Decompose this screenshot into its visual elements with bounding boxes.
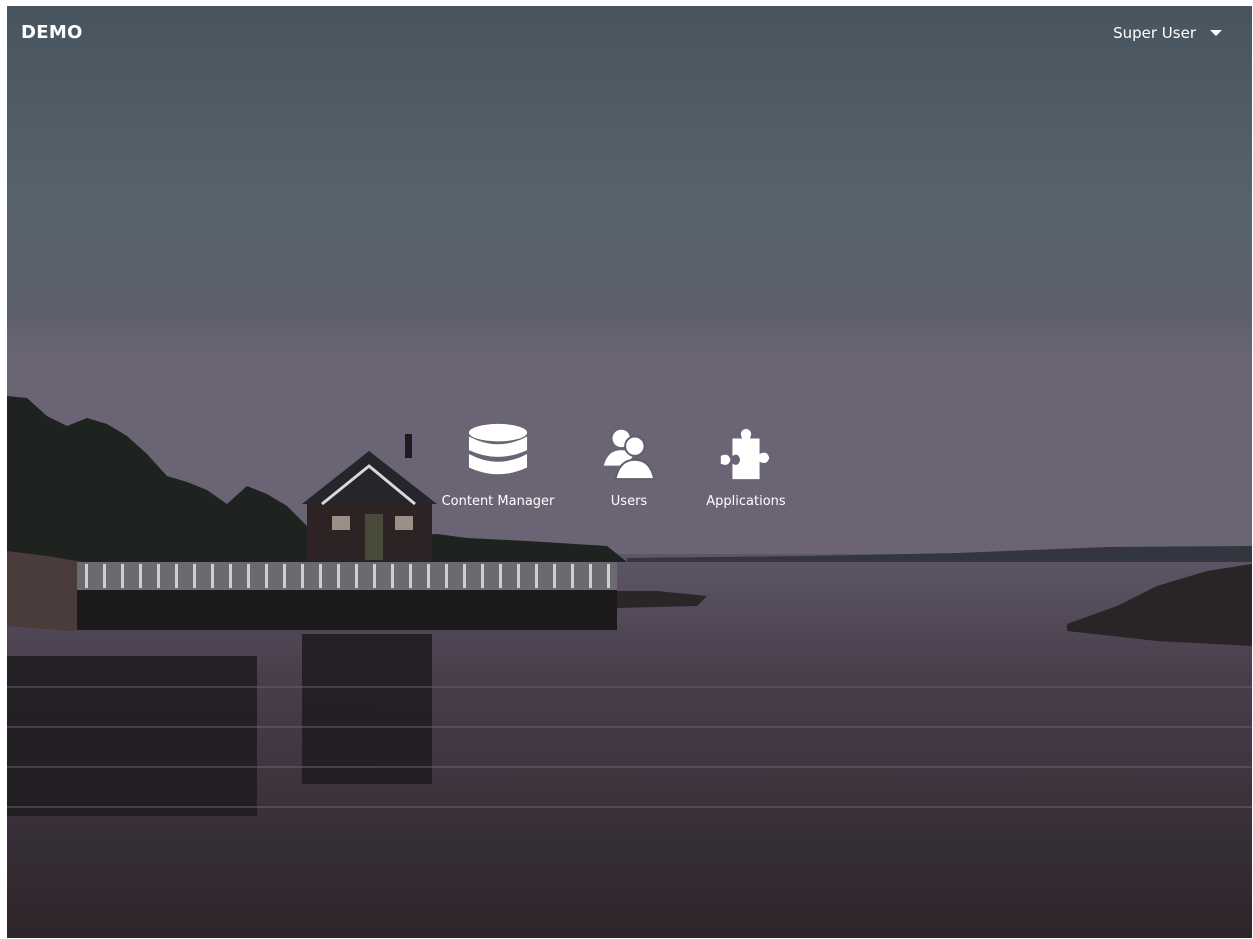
users-icon: [597, 420, 661, 484]
desktop-screen: DEMO Super User Content Manager Users Ap…: [7, 6, 1252, 938]
app-tile-users[interactable]: Users: [580, 420, 678, 509]
app-tile-content-manager[interactable]: Content Manager: [436, 420, 560, 509]
app-label: Users: [610, 494, 648, 509]
user-menu[interactable]: Super User: [1113, 24, 1222, 42]
brand-logo[interactable]: DEMO: [21, 22, 83, 43]
app-label: Applications: [706, 494, 786, 509]
top-bar: DEMO Super User: [7, 6, 1252, 60]
caret-down-icon: [1210, 30, 1222, 36]
puzzle-icon: [714, 420, 778, 484]
app-launcher: Content Manager Users Applications: [436, 420, 794, 509]
app-label: Content Manager: [441, 494, 555, 509]
user-name: Super User: [1113, 24, 1196, 42]
database-icon: [466, 420, 530, 484]
app-tile-applications[interactable]: Applications: [698, 420, 794, 509]
